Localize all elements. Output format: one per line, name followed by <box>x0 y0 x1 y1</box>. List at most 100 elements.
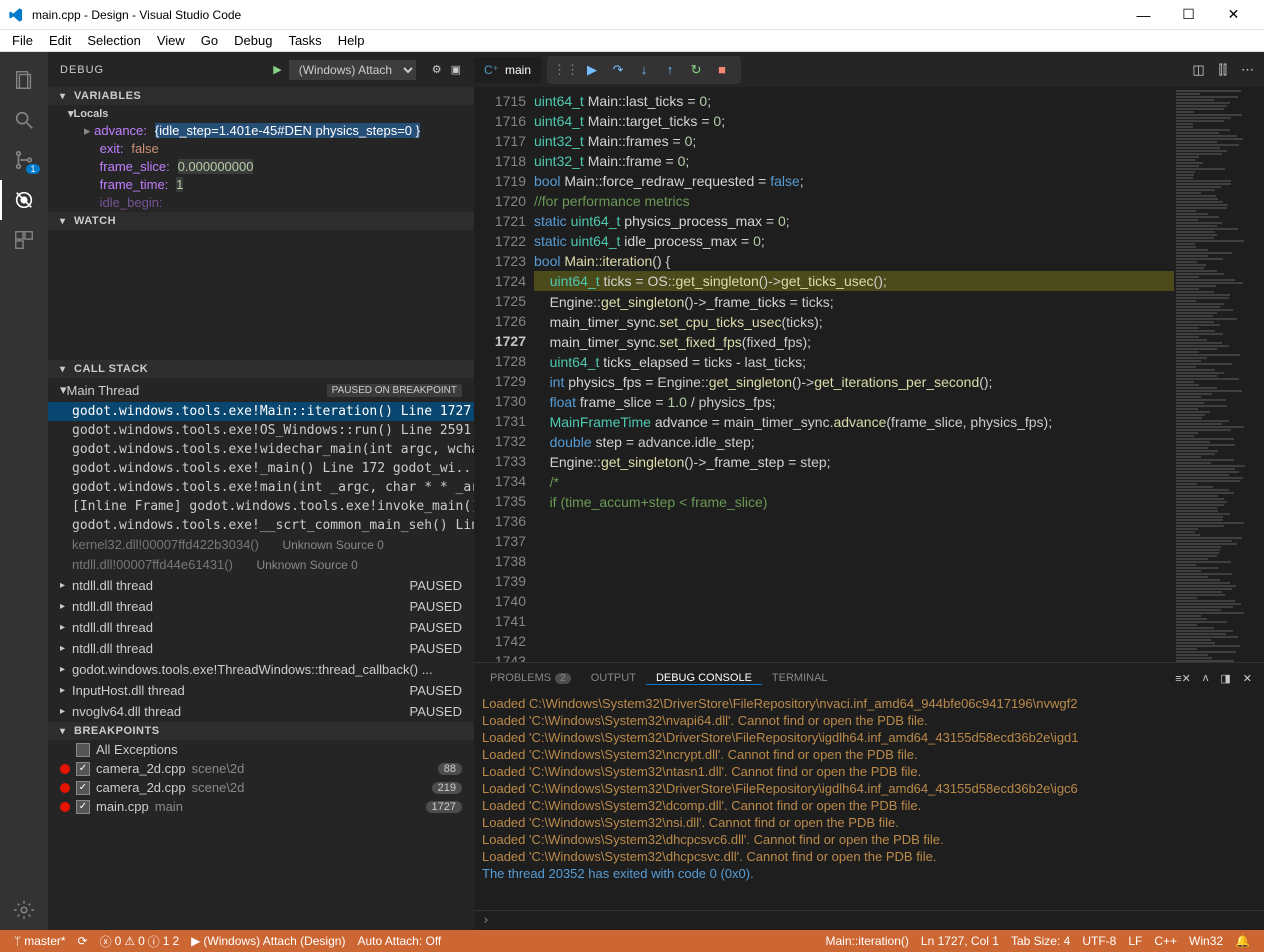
panel-close-icon[interactable]: ✕ <box>1243 672 1252 685</box>
locals-scope[interactable]: ▾Locals <box>48 105 474 122</box>
breakpoints-section[interactable]: ▾BREAKPOINTS <box>48 722 474 740</box>
stack-frame[interactable]: godot.windows.tools.exe!main(int _argc, … <box>48 478 474 497</box>
tab-output[interactable]: OUTPUT <box>581 672 646 684</box>
status-eol[interactable]: LF <box>1122 934 1148 948</box>
bp-all-exceptions[interactable]: All Exceptions <box>48 740 474 759</box>
breakpoint-row[interactable]: ✓camera_2d.cppscene\2d219 <box>48 778 474 797</box>
stack-frame[interactable]: godot.windows.tools.exe!OS_Windows::run(… <box>48 421 474 440</box>
search-icon[interactable] <box>0 100 48 140</box>
debug-console-toggle-icon[interactable]: ▣ <box>451 63 462 76</box>
var-exit[interactable]: exit: false <box>48 140 474 158</box>
minimize-button[interactable]: — <box>1121 7 1166 23</box>
editor-body[interactable]: 1715171617171718171917201721172217231724… <box>474 87 1264 662</box>
code-content[interactable]: uint64_t Main::last_ticks = 0;uint64_t M… <box>534 87 1174 662</box>
git-branch[interactable]: ᛘ master* <box>8 934 72 948</box>
thread-row[interactable]: ▸ntdll.dll threadPAUSED <box>48 617 474 638</box>
status-position[interactable]: Ln 1727, Col 1 <box>915 934 1005 948</box>
step-into-icon[interactable]: ↓ <box>631 62 657 77</box>
clear-console-icon[interactable]: ≡✕ <box>1175 672 1191 685</box>
start-debug-icon[interactable]: ▶ <box>273 63 282 76</box>
menu-tasks[interactable]: Tasks <box>280 33 329 48</box>
status-tabsize[interactable]: Tab Size: 4 <box>1005 934 1076 948</box>
thread-row[interactable]: ▸nvoglv64.dll threadPAUSED <box>48 701 474 722</box>
breakpoint-dot-icon <box>60 802 70 812</box>
settings-gear-icon[interactable] <box>0 890 48 930</box>
breakpoint-row[interactable]: ✓camera_2d.cppscene\2d88 <box>48 759 474 778</box>
panel-tabs: PROBLEMS2 OUTPUT DEBUG CONSOLE TERMINAL … <box>474 663 1264 693</box>
thread-row[interactable]: ▸ntdll.dll threadPAUSED <box>48 638 474 659</box>
debug-console-output[interactable]: Loaded C:\Windows\System32\DriverStore\F… <box>474 693 1264 910</box>
debug-icon[interactable] <box>0 180 48 220</box>
menu-debug[interactable]: Debug <box>226 33 280 48</box>
stack-frame[interactable]: godot.windows.tools.exe!widechar_main(in… <box>48 440 474 459</box>
thread-row[interactable]: ▸ntdll.dll threadPAUSED <box>48 596 474 617</box>
menu-selection[interactable]: Selection <box>79 33 148 48</box>
main-thread[interactable]: ▾ Main ThreadPAUSED ON BREAKPOINT <box>48 378 474 402</box>
minimap[interactable] <box>1174 87 1264 662</box>
line-gutter: 1715171617171718171917201721172217231724… <box>474 87 534 662</box>
var-idle-begin[interactable]: idle_begin: <box>48 194 474 212</box>
status-bell-icon[interactable]: 🔔 <box>1229 934 1256 948</box>
tab-problems[interactable]: PROBLEMS2 <box>480 672 581 684</box>
stack-frame-dim[interactable]: ntdll.dll!00007ffd44e61431() Unknown Sou… <box>48 555 474 575</box>
checkbox-icon[interactable] <box>76 743 90 757</box>
editor-tab-main[interactable]: C⁺main <box>474 57 541 83</box>
panel-collapse-icon[interactable]: ʌ <box>1203 672 1209 685</box>
breakpoint-row[interactable]: ✓main.cppmain1727 <box>48 797 474 816</box>
restart-icon[interactable]: ↻ <box>683 62 709 78</box>
status-debug-target[interactable]: ▶ (Windows) Attach (Design) <box>185 934 351 948</box>
thread-row[interactable]: ▸godot.windows.tools.exe!ThreadWindows::… <box>48 659 474 680</box>
checkbox-icon[interactable]: ✓ <box>76 800 90 814</box>
tab-debug-console[interactable]: DEBUG CONSOLE <box>646 672 762 685</box>
more-actions-icon[interactable]: ⋯ <box>1241 62 1254 78</box>
breakpoint-dot-icon <box>60 764 70 774</box>
maximize-button[interactable]: ☐ <box>1166 6 1211 23</box>
continue-icon[interactable]: ▶ <box>579 62 605 78</box>
debug-console-input[interactable]: › <box>474 910 1264 930</box>
watch-section[interactable]: ▾WATCH <box>48 212 474 230</box>
debug-config-select[interactable]: (Windows) Attach <box>289 60 416 80</box>
split-editor-icon[interactable]: ◫ <box>1192 62 1204 78</box>
status-autoattach[interactable]: Auto Attach: Off <box>351 934 447 948</box>
stop-icon[interactable]: ■ <box>709 62 735 77</box>
checkbox-icon[interactable]: ✓ <box>76 781 90 795</box>
var-frame-slice[interactable]: frame_slice: 0.000000000 <box>48 158 474 176</box>
debug-settings-gear-icon[interactable]: ⚙ <box>432 63 443 76</box>
stack-frame[interactable]: godot.windows.tools.exe!__scrt_common_ma… <box>48 516 474 535</box>
tab-terminal[interactable]: TERMINAL <box>762 672 838 684</box>
stack-frame[interactable]: godot.windows.tools.exe!Main::iteration(… <box>48 402 474 421</box>
status-platform[interactable]: Win32 <box>1183 934 1229 948</box>
debug-title: DEBUG <box>60 64 273 76</box>
panel-maximize-icon[interactable]: ◨ <box>1220 672 1230 685</box>
menu-go[interactable]: Go <box>193 33 226 48</box>
variables-section[interactable]: ▾VARIABLES <box>48 87 474 105</box>
status-function[interactable]: Main::iteration() <box>820 934 915 948</box>
checkbox-icon[interactable]: ✓ <box>76 762 90 776</box>
var-frame-time[interactable]: frame_time: 1 <box>48 176 474 194</box>
step-over-icon[interactable]: ↷ <box>605 62 631 78</box>
var-advance[interactable]: ▸ advance: {idle_step=1.401e-45#DEN phys… <box>48 122 474 140</box>
stack-frame[interactable]: godot.windows.tools.exe!_main() Line 172… <box>48 459 474 478</box>
diff-icon[interactable]: ⫿⫿ <box>1219 62 1227 78</box>
callstack-section[interactable]: ▾CALL STACK <box>48 360 474 378</box>
stack-frame[interactable]: [Inline Frame] godot.windows.tools.exe!i… <box>48 497 474 516</box>
stack-frame-dim[interactable]: kernel32.dll!00007ffd422b3034() Unknown … <box>48 535 474 555</box>
thread-row[interactable]: ▸InputHost.dll threadPAUSED <box>48 680 474 701</box>
step-out-icon[interactable]: ↑ <box>657 62 683 77</box>
thread-row[interactable]: ▸ntdll.dll threadPAUSED <box>48 575 474 596</box>
vscode-logo-icon <box>8 7 24 23</box>
explorer-icon[interactable] <box>0 60 48 100</box>
menu-edit[interactable]: Edit <box>41 33 79 48</box>
drag-handle-icon[interactable]: ⋮⋮ <box>553 62 579 78</box>
source-control-icon[interactable]: 1 <box>0 140 48 180</box>
cpp-file-icon: C⁺ <box>484 63 499 77</box>
menu-help[interactable]: Help <box>330 33 373 48</box>
menu-file[interactable]: File <box>4 33 41 48</box>
close-button[interactable]: ✕ <box>1211 6 1256 23</box>
status-language[interactable]: C++ <box>1148 934 1183 948</box>
status-encoding[interactable]: UTF-8 <box>1076 934 1122 948</box>
sync-icon[interactable]: ⟳ <box>72 934 94 948</box>
extensions-icon[interactable] <box>0 220 48 260</box>
status-errors[interactable]: ⓧ0 ⚠0 ⓘ1 2 <box>94 933 186 950</box>
menu-view[interactable]: View <box>149 33 193 48</box>
